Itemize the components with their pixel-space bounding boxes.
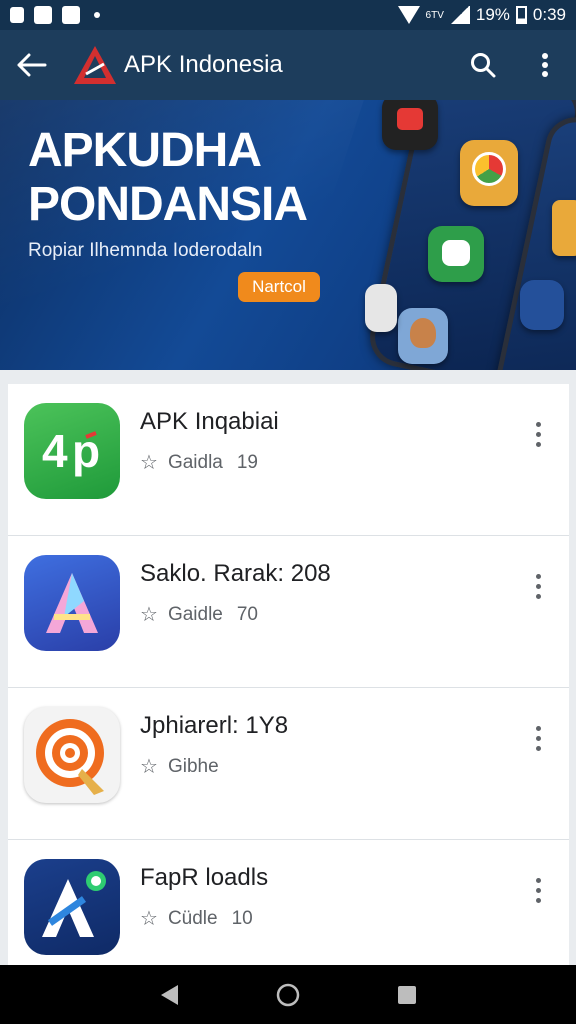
banner-title-line2: PONDANSIA [28, 178, 308, 231]
list-item[interactable]: Saklo. Rarak: 208 ☆ Gaidle 70 [8, 536, 569, 688]
app-meta-label: Gaidla [167, 451, 223, 473]
bluetooth-app-icon [520, 280, 564, 330]
app-meta-count: 70 [236, 603, 258, 625]
more-vert-icon [542, 53, 548, 77]
battery-percent: 19% [475, 5, 510, 24]
apk-app-icon: 4 p [24, 403, 120, 499]
nav-back-icon [161, 984, 179, 1005]
messages-app-icon [428, 226, 484, 282]
banner-title-line1: APKUDHA [28, 124, 262, 177]
promo-banner[interactable]: APKUDHA PONDANSIA Ropiar Ilhemnda Iodero… [0, 100, 576, 370]
letter-a-app-icon [24, 555, 120, 651]
list-item[interactable]: 4 p APK Inqabiai ☆ Gaidla 19 [8, 384, 569, 536]
nav-recents-icon [397, 985, 416, 1004]
more-notifications-dot-icon [94, 12, 100, 18]
system-nav-bar [0, 965, 576, 1024]
app-meta-label: Gaidle [167, 603, 223, 625]
overflow-menu-button[interactable] [514, 30, 576, 100]
app-title: APK Indonesia [124, 51, 283, 78]
back-arrow-icon [17, 53, 47, 77]
star-icon: ☆ [140, 756, 158, 778]
item-more-button[interactable] [521, 414, 555, 454]
app-meta-count: 10 [231, 907, 253, 929]
nav-home-icon [276, 983, 300, 1006]
app-name: FapR loadls [140, 864, 269, 891]
app-meta-label: Cüdle [167, 907, 218, 929]
status-bar: 6TV 19% 0:39 [0, 0, 576, 30]
list-item[interactable]: Jphiarerl: 1Y8 ☆ Gibhe [8, 688, 569, 840]
character-app-icon [398, 308, 448, 364]
partial-app-icon [365, 284, 397, 332]
nav-home-button[interactable] [268, 975, 308, 1015]
app-logo [72, 42, 118, 88]
star-icon: ☆ [140, 452, 158, 474]
item-more-button[interactable] [521, 566, 555, 606]
svg-text:4: 4 [42, 425, 68, 477]
back-button[interactable] [0, 30, 64, 100]
notification-icon [10, 7, 24, 23]
star-icon: ☆ [140, 908, 158, 930]
edge-app-icon [552, 200, 576, 256]
fap-app-icon [24, 859, 120, 955]
gallery-notification-icon [34, 6, 52, 24]
app-meta-label: Gibhe [167, 755, 219, 777]
app-meta-count: 19 [236, 451, 258, 473]
star-icon: ☆ [140, 604, 158, 626]
play-notification-icon [62, 6, 80, 24]
item-more-button[interactable] [521, 718, 555, 758]
video-app-icon [382, 100, 438, 150]
target-app-icon [24, 707, 120, 803]
network-label: 6TV [425, 9, 444, 21]
banner-subtitle: Ropiar Ilhemnda Ioderodaln [28, 240, 263, 261]
app-bar: APK Indonesia [0, 30, 576, 100]
nav-back-button[interactable] [149, 975, 189, 1015]
app-list: 4 p APK Inqabiai ☆ Gaidla 19 Saklo. Rara… [8, 384, 569, 965]
list-item[interactable]: FapR loadls ☆ Cüdle 10 [8, 840, 569, 965]
app-name: Saklo. Rarak: 208 [140, 560, 331, 587]
signal-icon [449, 6, 470, 24]
item-more-button[interactable] [521, 870, 555, 910]
banner-cta-button[interactable]: Nartcol [238, 272, 320, 302]
search-button[interactable] [452, 30, 514, 100]
battery-icon [515, 6, 527, 24]
app-name: Jphiarerl: 1Y8 [140, 712, 289, 739]
wifi-icon [397, 6, 420, 24]
app-name: APK Inqabiai [140, 408, 279, 435]
browser-app-icon [460, 140, 518, 206]
clock: 0:39 [532, 5, 566, 24]
nav-recents-button[interactable] [387, 975, 427, 1015]
search-icon [471, 53, 496, 78]
